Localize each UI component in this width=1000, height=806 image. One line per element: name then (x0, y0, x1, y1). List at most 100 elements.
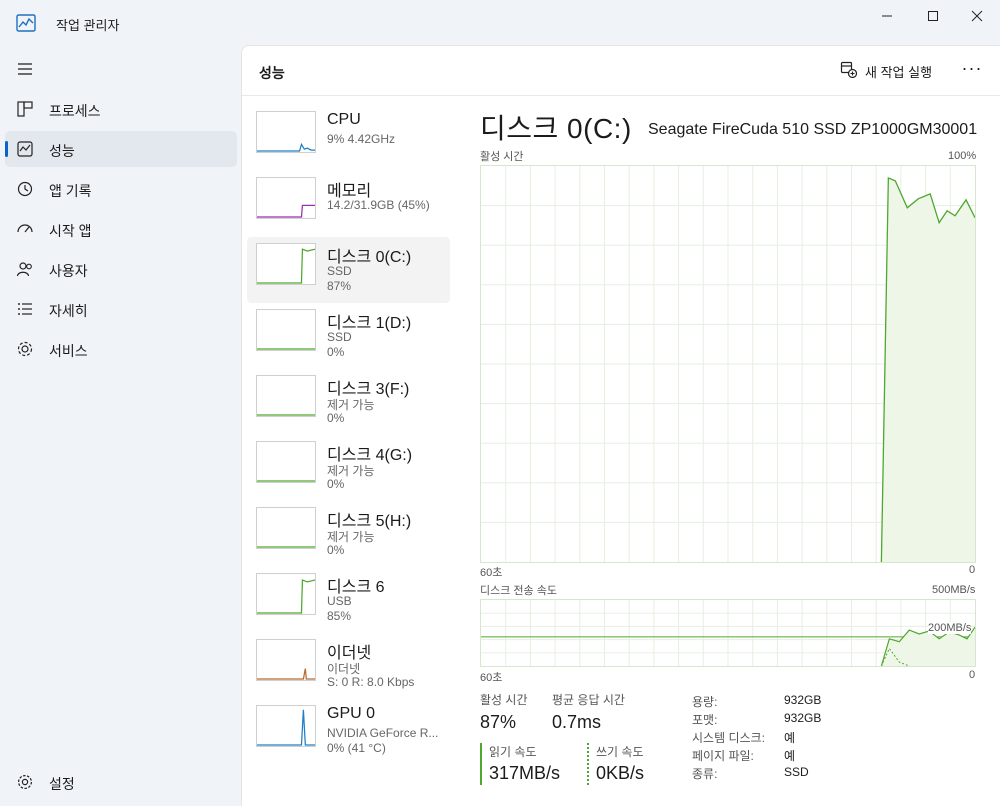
device-value: 0% (327, 345, 345, 359)
device-usage-line (257, 204, 315, 218)
active-time-area (881, 177, 975, 562)
device-item[interactable]: GPU 0 NVIDIA GeForce R... 0% (41 °C) (247, 699, 450, 765)
transfer-xmax-label: 0 (969, 669, 976, 681)
maximize-button[interactable] (910, 0, 956, 32)
device-item[interactable]: 디스크 0(C:) SSD 87% (247, 237, 450, 303)
transfer-chart-label: 디스크 전송 속도 (480, 585, 557, 597)
prop-system-disk-value: 예 (784, 731, 796, 745)
prop-page-file-label: 페이지 파일: (692, 749, 754, 763)
device-subtitle: SSD (327, 330, 352, 344)
device-name: GPU 0 (327, 705, 376, 722)
sidebar-item-settings[interactable]: 설정 (5, 764, 237, 800)
run-new-task-button[interactable]: 새 작업 실행 (840, 60, 932, 82)
minimize-button[interactable] (864, 0, 910, 32)
details-icon (16, 300, 34, 318)
window-title: 작업 관리자 (56, 18, 120, 33)
page-title: 성능 (259, 65, 285, 81)
prop-capacity-value: 932GB (784, 693, 822, 707)
active-time-xmax-label: 0 (969, 564, 976, 576)
app-history-icon (16, 180, 34, 198)
detail-title: 디스크 0(C:) (480, 113, 632, 144)
write-speed-bar (587, 743, 589, 785)
page-header: 성능 새 작업 실행 ··· (242, 46, 1000, 96)
sidebar-item-label: 서비스 (49, 343, 88, 359)
device-thumbnail-graph (256, 639, 316, 681)
device-thumbnail-svg (257, 480, 315, 482)
services-icon (16, 340, 34, 358)
startup-apps-icon (16, 220, 34, 238)
device-subtitle: USB (327, 594, 352, 608)
active-time-chart-label: 활성 시간 (480, 151, 524, 163)
device-usage-line (257, 709, 315, 746)
prop-type-value: SSD (784, 765, 809, 779)
device-item[interactable]: 디스크 6 USB 85% (247, 567, 450, 633)
active-time-chart-svg (481, 166, 975, 562)
device-value: 0% (327, 411, 345, 425)
active-time-max-label: 100% (948, 150, 977, 162)
device-thumbnail-graph (256, 375, 316, 417)
transfer-max-label: 500MB/s (932, 584, 976, 596)
more-options-button[interactable]: ··· (960, 59, 984, 82)
task-manager-icon (16, 14, 36, 32)
disk-model: Seagate FireCuda 510 SSD ZP1000GM30001 (648, 121, 978, 138)
device-thumbnail-graph (256, 309, 316, 351)
transfer-chart (480, 599, 976, 667)
device-item[interactable]: CPU 9% 4.42GHz (247, 105, 450, 171)
active-time-chart (480, 165, 976, 563)
device-item[interactable]: 디스크 5(H:) 제거 가능 0% (247, 501, 450, 567)
stat-write-speed-label: 쓰기 속도 (596, 745, 644, 759)
sidebar-item-users[interactable]: 사용자 (5, 251, 237, 287)
device-value: 0% (327, 543, 345, 557)
device-thumbnail-svg (257, 248, 315, 284)
device-thumbnail-graph (256, 441, 316, 483)
run-new-task-label: 새 작업 실행 (865, 64, 933, 80)
sidebar-item-label: 시작 앱 (49, 223, 92, 239)
stat-read-speed-value: 317MB/s (489, 763, 561, 783)
device-subtitle: NVIDIA GeForce R... (327, 726, 439, 740)
sidebar-item-services[interactable]: 서비스 (5, 331, 237, 367)
stat-read-speed-label: 읽기 속도 (489, 745, 537, 759)
prop-system-disk-label: 시스템 디스크: (692, 731, 765, 745)
device-item[interactable]: 디스크 4(G:) 제거 가능 0% (247, 435, 450, 501)
performance-icon (16, 140, 34, 158)
sidebar-item-details[interactable]: 자세히 (5, 291, 237, 327)
device-subtitle: 14.2/31.9GB (45%) (327, 198, 430, 212)
device-thumbnail-svg (257, 414, 315, 416)
device-item[interactable]: 디스크 1(D:) SSD 0% (247, 303, 450, 369)
device-item[interactable]: 이더넷 이더넷 S: 0 R: 8.0 Kbps (247, 633, 450, 699)
sidebar-item-startup-apps[interactable]: 시작 앱 (5, 211, 237, 247)
users-icon (16, 260, 34, 278)
device-item[interactable]: 메모리 14.2/31.9GB (45%) (247, 171, 450, 237)
stat-active-time-value: 87% (480, 712, 517, 732)
device-thumbnail-svg (257, 142, 315, 152)
sidebar-item-performance[interactable]: 성능 (5, 131, 237, 167)
active-indicator (5, 141, 8, 157)
device-value: 0% (41 °C) (327, 741, 386, 755)
device-usage-line (257, 142, 315, 152)
sidebar-item-processes[interactable]: 프로세스 (5, 91, 237, 127)
sidebar-item-app-history[interactable]: 앱 기록 (5, 171, 237, 207)
prop-type-label: 종류: (692, 767, 718, 781)
main-panel: 성능 새 작업 실행 ··· CPU 9% 4.42GHz 메모리 14.2/31.9… (241, 45, 1000, 806)
device-item[interactable]: 디스크 3(F:) 제거 가능 0% (247, 369, 450, 435)
device-thumbnail-svg (257, 668, 315, 680)
transfer-chart-svg (481, 600, 975, 666)
sidebar-item-label: 사용자 (49, 263, 88, 279)
gear-icon (16, 773, 34, 791)
sidebar-item-label: 자세히 (49, 303, 88, 319)
stat-active-time-label: 활성 시간 (480, 693, 528, 707)
device-thumbnail-graph (256, 705, 316, 747)
transfer-xmin-label: 60초 (480, 672, 503, 684)
device-usage-line (257, 248, 315, 284)
hamburger-menu-button[interactable] (14, 58, 36, 80)
device-value: S: 0 R: 8.0 Kbps (327, 675, 415, 689)
close-button[interactable] (954, 0, 1000, 32)
settings-label: 설정 (49, 776, 75, 792)
device-name: CPU (327, 111, 361, 128)
device-thumbnail-svg (257, 709, 315, 746)
sidebar-item-label: 프로세스 (49, 103, 101, 119)
new-task-icon (840, 61, 858, 81)
stat-write-speed-value: 0KB/s (596, 763, 645, 783)
device-subtitle: SSD (327, 264, 352, 278)
device-value: 87% (327, 279, 352, 293)
